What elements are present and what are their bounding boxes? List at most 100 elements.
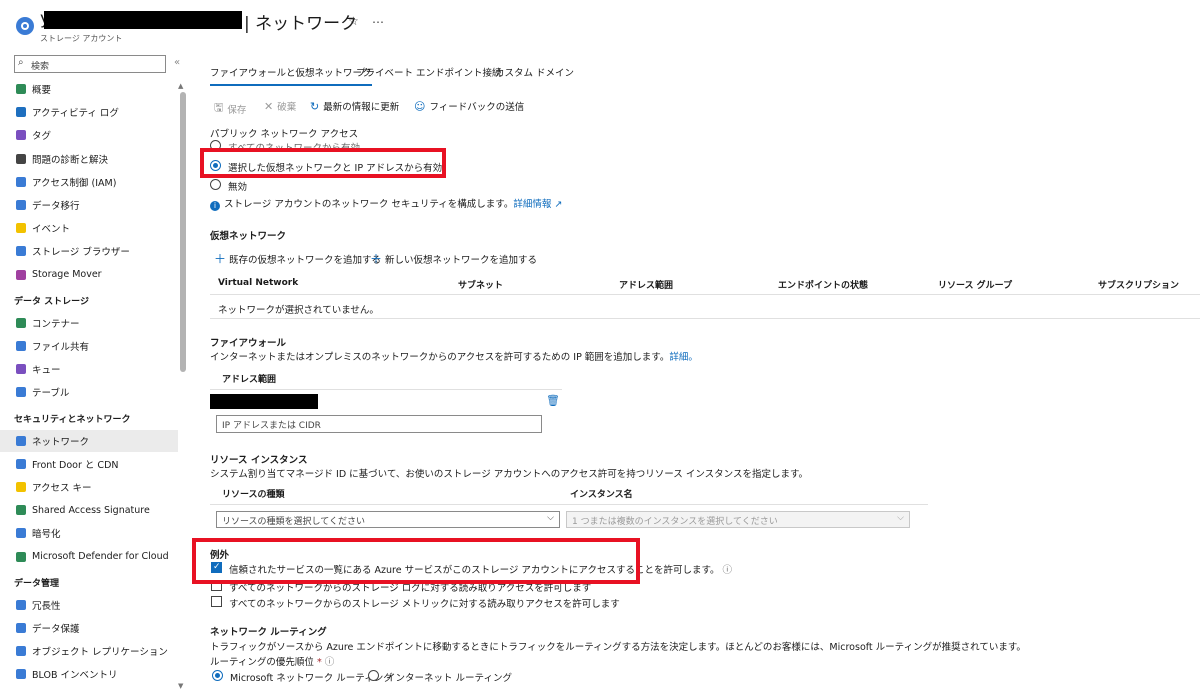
sidebar-item-redundancy[interactable]: 冗長性 [0,594,178,616]
info-icon: ⓘ [722,565,733,576]
sidebar-section-header: セキュリティとネットワーク [14,414,131,425]
sidebar-item-label: テーブル [32,388,70,400]
sidebar-item-queue[interactable]: キュー [0,358,178,380]
col-instance-name: インスタンス名 [570,490,633,500]
sidebar-item-label: 暗号化 [32,529,61,541]
firewall-title: ファイアウォール [210,338,287,349]
sidebar-item-label: オブジェクト レプリケーション [32,647,168,659]
col-subnet: サブネット [458,281,504,291]
sidebar-item-migration[interactable]: データ移行 [0,194,178,216]
resource-type-select[interactable]: リソースの種類を選択してください ⌵ [216,511,560,528]
sidebar-section-header: データ ストレージ [14,296,89,307]
tab-private-endpoints[interactable]: プライベート エンドポイント接続 [356,65,502,79]
scroll-up-icon[interactable]: ▲ [178,82,183,90]
routing-preference-label: ルーティングの優先順位 * ⓘ [210,657,335,668]
discard-button[interactable]: ✕ 破棄 [264,99,296,114]
save-button[interactable]: 🖫 保存 [214,99,246,118]
feedback-button[interactable]: ☺ フィードバックの送信 [414,99,524,114]
radio-disabled[interactable] [210,179,221,190]
sidebar-item-diagnose[interactable]: 問題の診断と解決 [0,148,178,170]
page-title: | ネットワーク [244,14,358,34]
tab-firewall-vnet[interactable]: ファイアウォールと仮想ネットワーク [210,65,372,86]
refresh-button[interactable]: ↻ 最新の情報に更新 [310,99,399,114]
redacted-ip-address [210,394,318,409]
public-access-label: パブリック ネットワーク アクセス [210,129,359,140]
public-access-info: i ストレージ アカウントのネットワーク セキュリティを構成します。詳細情報 ↗ [210,196,562,211]
replication-icon [16,646,26,657]
sidebar-section-header: データ管理 [14,578,60,589]
container-icon [16,317,26,328]
firewall-learn-more-link[interactable]: 詳細。 [669,352,698,363]
close-icon: ✕ [264,99,274,113]
migration-icon [16,200,26,210]
add-icon: ＋ [214,252,227,266]
routing-description: トラフィックがソースから Azure エンドポイントに移動するときにトラフィック… [210,642,1026,653]
add-icon: ＋ [370,252,383,266]
sidebar-item-data-protection[interactable]: データ保護 [0,617,178,639]
radio-microsoft-routing[interactable] [212,670,223,681]
sidebar-item-frontdoor[interactable]: Front Door と CDN [0,453,178,475]
scroll-down-icon[interactable]: ▼ [178,682,183,690]
sidebar-item-overview[interactable]: 概要 [0,78,178,100]
sidebar-item-label: タグ [32,131,52,143]
sidebar-item-tag[interactable]: タグ [0,124,178,146]
main-content: ファイアウォールと仮想ネットワーク プライベート エンドポイント接続 カスタム … [192,52,1200,692]
sidebar-item-replication[interactable]: オブジェクト レプリケーション [0,640,178,662]
tab-custom-domain[interactable]: カスタム ドメイン [495,65,574,79]
sidebar-item-label: Front Door と CDN [32,459,119,471]
col-address-range: アドレス範囲 [619,281,674,291]
storage-mover-icon [16,269,26,280]
sidebar-item-network[interactable]: ネットワーク [0,429,178,452]
add-existing-vnet-button[interactable]: ＋ 既存の仮想ネットワークを追加する [214,250,381,267]
sidebar-item-label: ストレージ ブラウザー [32,247,130,259]
frontdoor-icon [16,458,26,469]
chevron-down-icon: ⌵ [547,513,554,523]
sidebar-item-activity-log[interactable]: アクティビティ ログ [0,101,178,123]
resource-instances-description: システム割り当てマネージド ID に基づいて、お使いのストレージ アカウントへの… [210,469,808,480]
sidebar-item-table[interactable]: テーブル [0,381,178,403]
routing-title: ネットワーク ルーティング [210,627,327,638]
radio-internet-routing-label: インターネット ルーティング [386,673,512,684]
tag-icon [16,130,26,141]
metrics-read-checkbox[interactable] [211,596,222,607]
info-icon: ⓘ [324,657,335,668]
divider [210,389,562,390]
sidebar-item-iam[interactable]: アクセス制御 (IAM) [0,171,178,193]
sidebar-search-input[interactable]: ⌕ 検索 [14,55,166,73]
resource-type: ストレージ アカウント [40,34,123,43]
external-link-icon: ↗ [551,199,563,210]
learn-more-link[interactable]: 詳細情報 [513,199,551,210]
file-share-icon [16,341,26,351]
favorite-star-icon[interactable]: ☆ [348,14,359,28]
sidebar-item-encryption[interactable]: 暗号化 [0,522,178,544]
sidebar-item-file-share[interactable]: ファイル共有 [0,335,178,357]
col-virtual-network: Virtual Network [218,278,299,288]
sidebar-item-storage-browser[interactable]: ストレージ ブラウザー [0,240,178,262]
collapse-sidebar-icon[interactable]: « [174,57,180,68]
encryption-icon [16,528,26,539]
add-new-vnet-button[interactable]: ＋ 新しい仮想ネットワークを追加する [370,250,537,267]
sidebar: ⌕ 検索 « ▲ ▼ 概要アクティビティ ログ タグ問題の診断と解決 アクセス制御 … [0,52,190,692]
sidebar-item-container[interactable]: コンテナー [0,312,178,334]
sidebar-item-sas[interactable]: Shared Access Signature [0,499,178,521]
radio-disabled-label: 無効 [228,182,248,193]
sidebar-item-storage-mover[interactable]: Storage Mover [0,264,178,286]
sidebar-item-label: アクティビティ ログ [32,108,119,120]
vnet-title: 仮想ネットワーク [210,231,287,242]
sidebar-item-event[interactable]: イベント [0,217,178,239]
radio-internet-routing[interactable] [368,670,379,681]
ip-address-input[interactable]: IP アドレスまたは CIDR [216,415,542,433]
sidebar-scrollbar[interactable] [180,92,186,372]
more-options-icon[interactable]: … [372,12,384,26]
page-header: y | ネットワーク ☆ … ストレージ アカウント [0,0,1200,52]
sidebar-item-blob-inventory[interactable]: BLOB インベントリ [0,663,178,685]
sidebar-item-defender[interactable]: Microsoft Defender for Cloud [0,546,178,568]
sidebar-item-label: アクセス制御 (IAM) [32,177,117,189]
sidebar-item-label: 問題の診断と解決 [32,154,109,166]
trash-icon[interactable]: 🗑 [546,394,560,407]
sidebar-item-label: コンテナー [32,318,80,330]
sidebar-item-key[interactable]: アクセス キー [0,476,178,498]
instance-name-select[interactable]: 1 つまたは複数のインスタンスを選択してください ⌵ [566,511,910,528]
defender-icon [16,551,26,562]
search-icon: ⌕ [18,57,24,68]
